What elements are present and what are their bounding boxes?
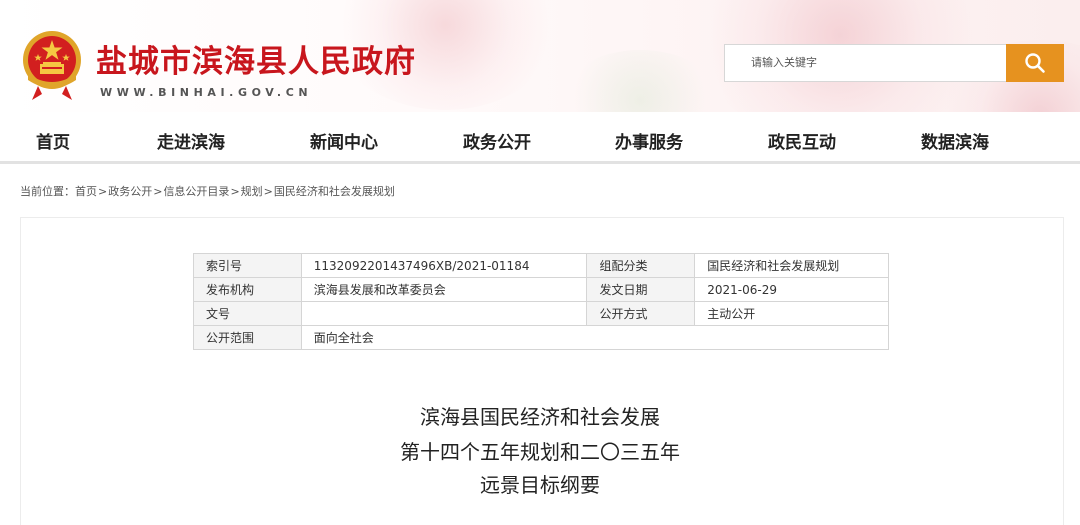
meta-value-scope: 面向全社会	[300, 325, 890, 350]
search-button[interactable]	[1006, 44, 1064, 82]
national-emblem-icon[interactable]	[18, 28, 86, 102]
breadcrumb: 当前位置：首页>政务公开>信息公开目录>规划>国民经济和社会发展规划	[20, 183, 395, 199]
table-row: 索引号 1132092201437496XB/2021-01184 组配分类 国…	[193, 253, 889, 278]
meta-value-index: 1132092201437496XB/2021-01184	[300, 253, 588, 278]
breadcrumb-prefix: 当前位置：	[20, 185, 75, 198]
document-title-line: 第十四个五年规划和二〇三五年	[400, 440, 680, 464]
meta-value-doc-number	[300, 301, 588, 326]
document-title-line: 远景目标纲要	[480, 473, 600, 497]
main-nav: 首页 走进滨海 新闻中心 政务公开 办事服务 政民互动 数据滨海	[0, 116, 1080, 164]
table-row: 发布机构 滨海县发展和改革委员会 发文日期 2021-06-29	[193, 277, 889, 302]
breadcrumb-link[interactable]: 信息公开目录	[163, 185, 229, 198]
search-icon	[1025, 53, 1045, 73]
site-header: 盐城市滨海县人民政府 WWW.BINHAI.GOV.CN 请输入关键字	[0, 0, 1080, 112]
nav-item-about-binhai[interactable]: 走进滨海	[157, 128, 225, 153]
meta-label-disclosure-method: 公开方式	[586, 301, 696, 326]
nav-item-news[interactable]: 新闻中心	[310, 128, 378, 153]
nav-item-government-affairs[interactable]: 政务公开	[463, 128, 531, 153]
meta-label-doc-number: 文号	[193, 301, 302, 326]
nav-item-services[interactable]: 办事服务	[615, 128, 683, 153]
search-input[interactable]: 请输入关键字	[724, 44, 1006, 82]
breadcrumb-link[interactable]: 规划	[241, 185, 263, 198]
meta-value-date: 2021-06-29	[694, 277, 889, 302]
meta-label-publisher: 发布机构	[193, 277, 302, 302]
document-title-line: 滨海县国民经济和社会发展	[420, 405, 660, 429]
breadcrumb-separator: >	[230, 185, 240, 198]
site-url: WWW.BINHAI.GOV.CN	[100, 86, 313, 99]
table-row: 公开范围 面向全社会	[193, 325, 890, 350]
meta-label-scope: 公开范围	[193, 325, 302, 350]
nav-item-home[interactable]: 首页	[36, 128, 70, 153]
breadcrumb-separator: >	[153, 185, 163, 198]
nav-item-interaction[interactable]: 政民互动	[768, 128, 836, 153]
meta-label-index: 索引号	[193, 253, 302, 278]
meta-value-publisher: 滨海县发展和改革委员会	[300, 277, 588, 302]
breadcrumb-link[interactable]: 首页	[75, 185, 97, 198]
document-meta-table: 索引号 1132092201437496XB/2021-01184 组配分类 国…	[193, 253, 890, 350]
breadcrumb-link[interactable]: 国民经济和社会发展规划	[274, 185, 395, 198]
breadcrumb-separator: >	[263, 185, 273, 198]
meta-value-category: 国民经济和社会发展规划	[694, 253, 889, 278]
nav-item-data-binhai[interactable]: 数据滨海	[921, 128, 989, 153]
table-row: 文号 公开方式 主动公开	[193, 301, 889, 326]
site-title[interactable]: 盐城市滨海县人民政府	[96, 36, 416, 81]
breadcrumb-link[interactable]: 政务公开	[108, 185, 152, 198]
meta-label-date: 发文日期	[586, 277, 696, 302]
meta-value-disclosure-method: 主动公开	[694, 301, 889, 326]
breadcrumb-separator: >	[98, 185, 108, 198]
meta-label-category: 组配分类	[586, 253, 696, 278]
